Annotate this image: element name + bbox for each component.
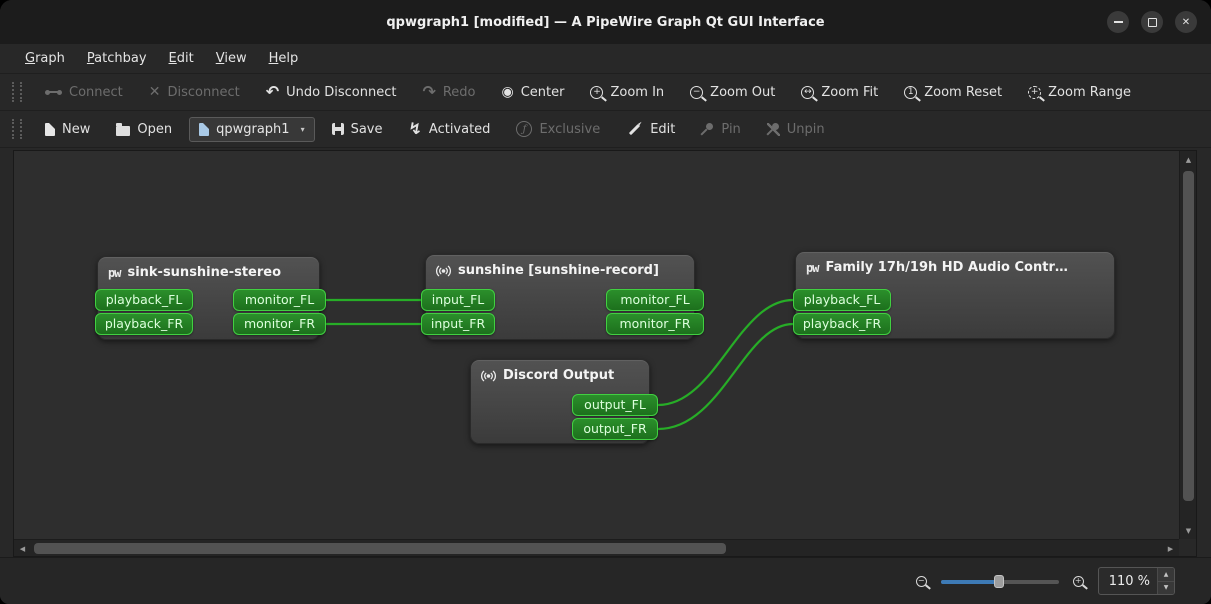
port-playback-fl[interactable]: playback_FL — [95, 289, 193, 311]
port-output-fr[interactable]: output_FR — [572, 418, 658, 440]
port-playback-fl[interactable]: playback_FL — [793, 289, 891, 311]
exclusive-icon: ƒ — [516, 121, 533, 137]
menu-help[interactable]: Help — [258, 47, 310, 70]
scroll-right-button[interactable]: ▶ — [1162, 540, 1179, 557]
connection-wire[interactable] — [657, 322, 794, 431]
zoom-range-icon: + — [1028, 85, 1042, 99]
menubar: Graph Patchbay Edit View Help — [0, 44, 1211, 74]
new-button[interactable]: New — [36, 117, 99, 142]
horizontal-scroll-thumb[interactable] — [34, 543, 726, 554]
menu-view[interactable]: View — [205, 47, 258, 70]
minimize-icon — [1113, 21, 1123, 23]
titlebar: qpwgraph1 [modified] — A PipeWire Graph … — [0, 0, 1211, 45]
zoom-slider-fill — [940, 580, 999, 584]
edit-button[interactable]: Edit — [617, 117, 684, 142]
save-icon — [331, 123, 344, 135]
patchbay-select-value: qpwgraph1 — [216, 121, 290, 137]
open-folder-icon — [116, 122, 131, 136]
zoom-spin-down-button[interactable]: ▼ — [1158, 581, 1174, 594]
status-zoom-out-icon[interactable]: − — [915, 575, 927, 587]
save-button[interactable]: Save — [323, 117, 392, 142]
minimize-button[interactable] — [1107, 11, 1129, 33]
window-controls: ✕ — [1107, 0, 1197, 44]
redo-icon: ↷ — [422, 82, 436, 101]
graph-canvas[interactable]: pw sink-sunshine-stereo playback_FL play… — [14, 151, 1179, 539]
zoom-spinbox[interactable]: 110 % ▲ ▼ — [1097, 567, 1175, 595]
patchbay-file-icon — [199, 122, 210, 136]
pin-button[interactable]: Pin — [692, 117, 749, 142]
port-output-fl[interactable]: output_FL — [572, 394, 658, 416]
activated-lightning-icon: ↯ — [408, 119, 422, 138]
graph-frame: pw sink-sunshine-stereo playback_FL play… — [13, 150, 1197, 557]
menu-edit[interactable]: Edit — [158, 47, 205, 70]
connect-icon — [45, 87, 62, 97]
disconnect-button[interactable]: ✕ Disconnect — [140, 80, 249, 105]
unpin-button[interactable]: Unpin — [758, 117, 834, 142]
toolbar-grip[interactable] — [12, 82, 22, 102]
maximize-icon — [1147, 17, 1157, 27]
exclusive-toggle[interactable]: ƒ Exclusive — [507, 116, 609, 142]
port-monitor-fr[interactable]: monitor_FR — [606, 313, 704, 335]
pin-icon — [701, 122, 714, 136]
port-playback-fr[interactable]: playback_FR — [793, 313, 891, 335]
new-file-icon — [45, 122, 55, 136]
toolbar-grip[interactable] — [12, 119, 22, 139]
vertical-scroll-thumb[interactable] — [1183, 171, 1194, 501]
undo-icon: ↶ — [265, 82, 280, 101]
scroll-up-button[interactable]: ▲ — [1180, 151, 1197, 168]
zoom-reset-button[interactable]: 1 Zoom Reset — [895, 80, 1011, 105]
port-monitor-fl[interactable]: monitor_FL — [233, 289, 326, 311]
redo-button[interactable]: ↷ Redo — [413, 79, 484, 105]
activated-toggle[interactable]: ↯ Activated — [400, 116, 500, 142]
scroll-left-button[interactable]: ◀ — [14, 540, 31, 557]
status-zoom-in-icon[interactable]: + — [1072, 575, 1084, 587]
close-button[interactable]: ✕ — [1175, 11, 1197, 33]
zoom-in-button[interactable]: + Zoom In — [581, 80, 673, 105]
zoom-fit-button[interactable]: ↔ Zoom Fit — [792, 80, 887, 105]
maximize-button[interactable] — [1141, 11, 1163, 33]
toolbar-patchbay: New Open qpwgraph1 ▾ Save ↯ Activated ƒ Ex… — [0, 111, 1211, 148]
statusbar: − + 110 % ▲ ▼ — [0, 557, 1211, 604]
zoom-out-button[interactable]: − Zoom Out — [681, 80, 784, 105]
undo-disconnect-button[interactable]: ↶ Undo Disconnect — [257, 79, 406, 105]
port-monitor-fl[interactable]: monitor_FL — [606, 289, 704, 311]
horizontal-scrollbar[interactable]: ◀ ▶ — [14, 539, 1179, 556]
chevron-down-icon: ▾ — [300, 124, 305, 134]
open-button[interactable]: Open — [107, 117, 181, 142]
menu-patchbay[interactable]: Patchbay — [76, 47, 158, 70]
zoom-reset-icon: 1 — [904, 85, 918, 99]
scrollbar-corner — [1179, 539, 1196, 556]
connection-layer — [325, 298, 794, 431]
connect-button[interactable]: Connect — [36, 80, 132, 105]
zoom-value[interactable]: 110 % — [1099, 574, 1157, 589]
center-icon: ◉ — [501, 84, 514, 100]
zoom-slider-handle[interactable] — [993, 575, 1004, 588]
port-input-fr[interactable]: input_FR — [421, 313, 495, 335]
window-title: qpwgraph1 [modified] — A PipeWire Graph … — [386, 14, 825, 30]
patchbay-select[interactable]: qpwgraph1 ▾ — [189, 116, 315, 142]
toolbar-graph: Connect ✕ Disconnect ↶ Undo Disconnect ↷ Re… — [0, 74, 1211, 111]
port-monitor-fr[interactable]: monitor_FR — [233, 313, 326, 335]
unpin-icon — [766, 122, 780, 136]
port-playback-fr[interactable]: playback_FR — [95, 313, 193, 335]
vertical-scrollbar[interactable]: ▲ ▼ — [1179, 151, 1196, 539]
zoom-in-icon: + — [590, 85, 604, 99]
zoom-out-icon: − — [690, 85, 704, 99]
zoom-range-button[interactable]: + Zoom Range — [1019, 80, 1140, 105]
zoom-fit-icon: ↔ — [801, 85, 815, 99]
disconnect-icon: ✕ — [148, 84, 161, 100]
app-window: qpwgraph1 [modified] — A PipeWire Graph … — [0, 0, 1211, 604]
zoom-slider[interactable] — [940, 574, 1059, 588]
scroll-down-button[interactable]: ▼ — [1180, 522, 1197, 539]
edit-pencil-icon — [629, 123, 641, 135]
close-icon: ✕ — [1181, 16, 1191, 28]
port-input-fl[interactable]: input_FL — [421, 289, 495, 311]
zoom-spin-up-button[interactable]: ▲ — [1158, 568, 1174, 582]
menu-graph[interactable]: Graph — [14, 47, 76, 70]
center-button[interactable]: ◉ Center — [493, 80, 574, 105]
